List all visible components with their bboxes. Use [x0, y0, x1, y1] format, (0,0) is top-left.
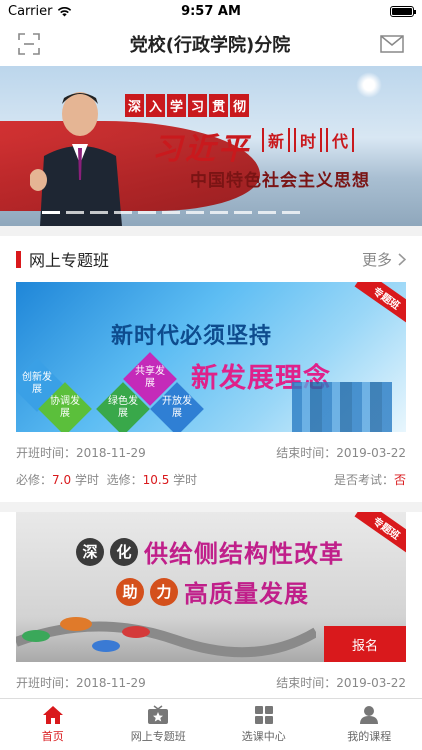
course-dates: 开班时间：2018-11-29 结束时间：2019-03-22: [16, 432, 406, 461]
carousel-dot[interactable]: [234, 211, 252, 214]
section-divider: [0, 226, 422, 236]
carousel-dot[interactable]: [210, 211, 228, 214]
card-divider: [0, 502, 422, 512]
cover-title: 新时代必须坚持: [111, 324, 273, 349]
chevron-right-icon: [398, 252, 406, 266]
course-cover[interactable]: 专题班 新时代必须坚持 新发展理念 创新发展 协调发展 共享发展 绿色发展 开放…: [16, 282, 406, 432]
end-date: 2019-03-22: [336, 676, 406, 690]
carousel-dot[interactable]: [42, 211, 60, 214]
elective-label: 选修：: [106, 473, 143, 487]
banner-side-char: 代: [326, 128, 355, 152]
required-unit: 学时: [74, 473, 99, 487]
course-dates: 开班时间：2018-11-29 结束时间：2019-03-22: [16, 662, 406, 691]
banner-headline: 习近平: [152, 132, 251, 167]
tab-online-class[interactable]: 网上专题班: [106, 699, 212, 750]
cover-line-text: 供给侧结构性改革: [144, 540, 344, 568]
concept-label: 绿色发展: [108, 396, 138, 419]
clock: 9:57 AM: [181, 3, 241, 19]
tab-course-center[interactable]: 选课中心: [211, 699, 317, 750]
carousel-dot[interactable]: [66, 211, 84, 214]
tab-label: 网上专题班: [130, 730, 186, 743]
start-label: 开班时间：: [16, 446, 77, 460]
cover-decoration: [16, 617, 316, 658]
end-label: 结束时间：: [276, 446, 337, 460]
start-date: 2018-11-29: [76, 676, 146, 690]
cover-circle-char: 深: [76, 537, 104, 566]
banner-headline-side: 新 时 代: [262, 128, 355, 152]
banner-subtitle: 中国特色社会主义思想: [190, 171, 370, 191]
tab-bar: 首页 网上专题班 选课中心 我的课程: [0, 698, 422, 750]
concept-label: 共享发展: [135, 366, 165, 389]
tab-label: 首页: [41, 730, 64, 743]
mail-icon[interactable]: [380, 35, 404, 53]
concept-label: 开放发展: [162, 396, 192, 419]
nav-bar: 党校(行政学院)分院: [0, 22, 422, 66]
start-date: 2018-11-29: [76, 446, 146, 460]
cover-circle-char: 化: [110, 537, 138, 566]
enroll-button[interactable]: 报名: [324, 626, 406, 662]
tab-home[interactable]: 首页: [0, 699, 106, 750]
banner-portrait: [30, 92, 122, 226]
carousel-dot[interactable]: [282, 211, 300, 214]
course-badge: 专题班: [354, 512, 406, 555]
course-credits: 必修：7.0 学时 选修：10.5 学时 是否考试：否: [16, 461, 406, 488]
banner-side-char: 时: [294, 128, 323, 152]
course-card[interactable]: 专题班 新时代必须坚持 新发展理念 创新发展 协调发展 共享发展 绿色发展 开放…: [0, 282, 422, 488]
status-bar: Carrier 9:57 AM: [0, 0, 422, 22]
tab-label: 我的课程: [347, 730, 392, 743]
section-title: 网上专题班: [29, 251, 110, 270]
banner-carousel[interactable]: 深 入 学 习 贯 彻 习近平 新 时 代 中国特色社会主义思想: [0, 66, 422, 226]
banner-sun-decoration: [356, 72, 382, 98]
more-link[interactable]: 更多: [362, 249, 406, 270]
cover-buildings: [292, 382, 392, 432]
tab-label: 选课中心: [241, 730, 286, 743]
home-icon: [42, 706, 63, 724]
elective-unit: 学时: [173, 473, 198, 487]
online-class-icon: [148, 705, 169, 724]
concept-label: 创新发展: [22, 372, 52, 395]
banner-tag-char: 贯: [209, 94, 229, 117]
required-hours: 7.0: [52, 473, 72, 487]
elective-hours: 10.5: [142, 473, 170, 487]
end-label: 结束时间：: [276, 676, 337, 690]
more-label: 更多: [361, 250, 392, 269]
carousel-dot[interactable]: [90, 211, 108, 214]
carousel-indicator[interactable]: [42, 211, 300, 214]
course-cover[interactable]: 专题班 深 化 供给侧结构性改革 助 力 高质量发展 报名: [16, 512, 406, 662]
banner-tag-char: 学: [167, 94, 187, 117]
banner-side-char: 新: [262, 128, 291, 152]
user-icon: [360, 706, 379, 724]
section-header: 网上专题班 更多: [0, 236, 422, 282]
page-title: 党校(行政学院)分院: [129, 35, 291, 56]
banner-tag-char: 彻: [230, 94, 250, 117]
banner-tag-char: 深: [125, 94, 145, 117]
banner-tag: 深 入 学 习 贯 彻: [125, 94, 250, 117]
banner-tag-char: 习: [188, 94, 208, 117]
carousel-dot[interactable]: [186, 211, 204, 214]
carousel-dot[interactable]: [258, 211, 276, 214]
cover-line: 深 化 供给侧结构性改革: [76, 534, 344, 569]
exam-label: 是否考试：: [333, 473, 394, 487]
section-accent-bar: [16, 250, 21, 268]
end-date: 2019-03-22: [336, 446, 406, 460]
start-label: 开班时间：: [16, 676, 77, 690]
exam-value: 否: [393, 473, 406, 487]
scan-icon[interactable]: [18, 33, 40, 55]
concept-label: 协调发展: [50, 396, 80, 419]
battery-icon: [390, 5, 416, 17]
required-label: 必修：: [16, 473, 53, 487]
carousel-dot[interactable]: [162, 211, 180, 214]
grid-icon: [254, 706, 273, 724]
carousel-dot[interactable]: [114, 211, 132, 214]
course-badge: 专题班: [354, 282, 406, 325]
tab-my-courses[interactable]: 我的课程: [317, 699, 422, 750]
carousel-dot[interactable]: [138, 211, 156, 214]
course-card[interactable]: 专题班 深 化 供给侧结构性改革 助 力 高质量发展 报名 开班时间：2018-…: [0, 512, 422, 691]
banner-tag-char: 入: [146, 94, 166, 117]
